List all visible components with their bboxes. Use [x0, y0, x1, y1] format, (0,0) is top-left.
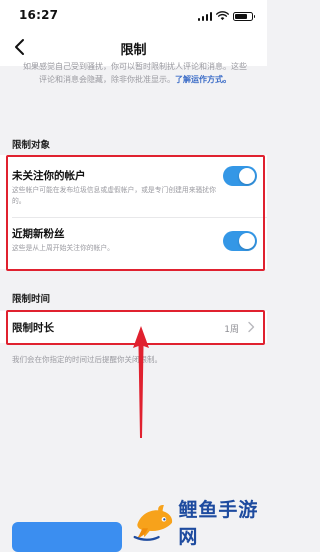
duration-value: 1周 — [224, 325, 239, 335]
status-icons — [197, 11, 255, 21]
row-desc-new-followers: 这些是从上周开始关注你的帐户。 — [12, 244, 114, 252]
red-arrow-annotation — [133, 326, 149, 438]
section-header-restrict-time: 限制时间 — [12, 294, 51, 305]
chevron-right-icon — [248, 321, 255, 333]
cellular-signal-icon — [197, 11, 212, 21]
toggle-knob — [239, 233, 255, 249]
restrict-targets-card: 未关注你的帐户 这些帐户可能在发布垃圾信息或虚假帐户，或是专门创建用来骚扰你的。… — [0, 155, 267, 269]
bottom-action-button[interactable] — [12, 522, 122, 552]
intro-text: 如果感觉自己受到骚扰，你可以暂时限制扰人评论和消息。这些评论和消息会隐藏，除非你… — [20, 60, 250, 86]
toggle-non-followers[interactable] — [223, 166, 257, 186]
page-title: 限制 — [120, 43, 147, 58]
battery-icon — [233, 11, 255, 21]
duration-label: 限制时长 — [12, 322, 54, 334]
row-title-non-followers: 未关注你的帐户 — [12, 170, 86, 182]
toggle-knob — [239, 168, 255, 184]
toggle-new-followers[interactable] — [223, 231, 257, 251]
status-bar: 16:27 — [0, 0, 267, 30]
learn-more-link[interactable]: 了解运作方式。 — [175, 75, 231, 84]
carp-logo-icon — [133, 504, 173, 541]
row-title-new-followers: 近期新粉丝 — [12, 228, 65, 240]
wifi-icon — [216, 11, 229, 21]
watermark: 鲤鱼手游网 — [130, 494, 267, 550]
status-time: 16:27 — [19, 8, 59, 22]
row-desc-non-followers: 这些帐户可能在发布垃圾信息或虚假帐户，或是专门创建用来骚扰你的。 — [12, 186, 216, 205]
divider — [12, 217, 267, 218]
section-header-restrict-targets: 限制对象 — [12, 140, 51, 151]
watermark-text: 鲤鱼手游网 — [178, 499, 259, 548]
